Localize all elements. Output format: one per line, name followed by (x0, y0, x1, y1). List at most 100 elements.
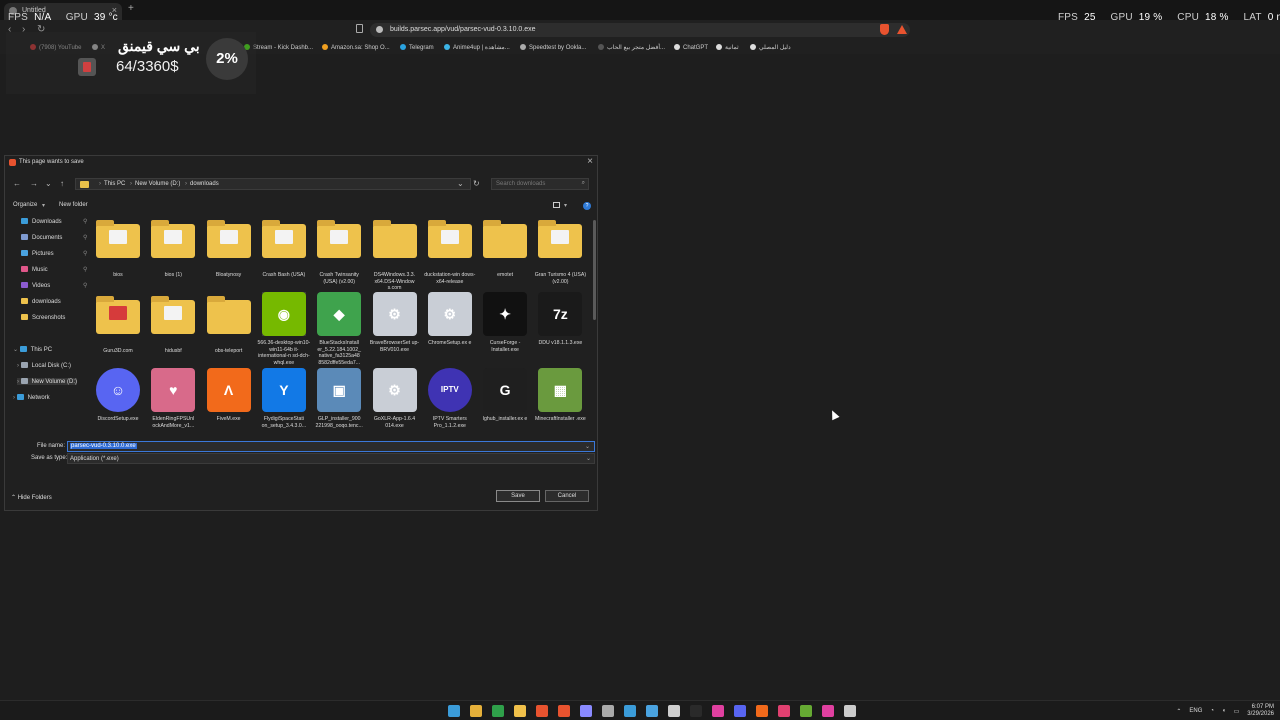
file-item[interactable]: Crash Twinsanity (USA) (v2.00) (312, 216, 366, 285)
file-item[interactable]: ⚙ GoXLR-App-1.6.4 014.exe (368, 368, 422, 429)
file-item[interactable]: duckstation-win dows-x64-release (423, 216, 477, 285)
cancel-button[interactable]: Cancel (545, 490, 589, 502)
tree-item[interactable]: › New Volume (D:) (17, 378, 78, 385)
taskbar-app-icon[interactable] (646, 705, 658, 717)
back-icon[interactable]: ← (13, 179, 21, 188)
file-item[interactable]: ◉ 566.36-desktop-win10-win11-64b it-inter… (257, 292, 311, 366)
taskbar-app-icon[interactable] (470, 705, 482, 717)
bookmark-item[interactable]: دليل المصلي (750, 44, 791, 51)
file-item[interactable]: 7z DDU v18.1.1.3.exe (533, 292, 587, 347)
file-item[interactable]: Y FlydigiSpaceStati on_setup_3.4.3.0... (257, 368, 311, 429)
bookmark-page-icon[interactable] (356, 24, 363, 33)
clock[interactable]: 6:07 PM 3/29/2026 (1247, 704, 1274, 718)
wifi-icon[interactable]: ◔ (1210, 708, 1214, 714)
bookmark-item[interactable]: Telegram (400, 44, 434, 51)
file-item[interactable]: ✦ CurseForge - Installer.exe (478, 292, 532, 353)
taskbar-app-icon[interactable] (822, 705, 834, 717)
file-item[interactable]: obs-teleport (202, 292, 256, 355)
brave-rewards-icon[interactable] (897, 25, 907, 34)
file-item[interactable]: ⚙ BraveBrowserSet up-BRV010.exe (368, 292, 422, 353)
start-icon[interactable] (448, 705, 460, 717)
save-button[interactable]: Save (496, 490, 540, 502)
taskbar-app-icon[interactable] (492, 705, 504, 717)
taskbar-app-icon[interactable] (712, 705, 724, 717)
organize-button[interactable]: Organize (13, 202, 37, 208)
file-item[interactable]: hidusbf (146, 292, 200, 355)
file-item[interactable]: ▣ GLP_installer_900 221998_ooqo.tenc... (312, 368, 366, 429)
chevron-up-icon[interactable]: ⌃ (1176, 708, 1181, 715)
taskbar-app-icon[interactable] (778, 705, 790, 717)
up-icon[interactable]: ↑ (60, 179, 64, 188)
taskbar-app-icon[interactable] (580, 705, 592, 717)
taskbar-app-icon[interactable] (690, 705, 702, 717)
save-type-select[interactable]: Application (*.exe) ⌄ (67, 453, 595, 464)
tree-item[interactable]: › Network (13, 394, 50, 401)
bookmark-item[interactable]: أفضل متجر بيع الحاب... (598, 44, 665, 51)
quick-access-item[interactable]: Screenshots (21, 314, 65, 321)
quick-access-item[interactable]: Music ⚲ (21, 266, 87, 273)
path-dropdown-icon[interactable]: ⌄ (457, 179, 464, 188)
taskbar-app-icon[interactable] (734, 705, 746, 717)
view-dropdown-icon[interactable]: ▾ (564, 202, 567, 209)
site-info-icon[interactable] (376, 26, 383, 33)
file-item[interactable]: DS4Windows.3.3. x64.DS4-Window s.com (368, 216, 422, 292)
quick-access-item[interactable]: Downloads ⚲ (21, 218, 87, 225)
breadcrumb[interactable]: › This PC › New Volume (D:) › downloads (75, 178, 471, 190)
taskbar-app-icon[interactable] (602, 705, 614, 717)
volume-icon[interactable]: ◖ (1222, 708, 1226, 714)
brave-shields-icon[interactable] (880, 24, 889, 35)
hide-folders-toggle[interactable]: ⌃ Hide Folders (11, 494, 52, 501)
taskbar-app-icon[interactable] (800, 705, 812, 717)
taskbar-app-icon[interactable] (536, 705, 548, 717)
quick-access-item[interactable]: Videos ⚲ (21, 282, 87, 289)
new-tab-icon[interactable]: + (128, 3, 134, 14)
breadcrumb-item[interactable]: New Volume (D:) (135, 181, 180, 187)
taskbar-app-icon[interactable] (668, 705, 680, 717)
quick-access-item[interactable]: Pictures ⚲ (21, 250, 87, 257)
file-item[interactable]: ♥ EldenRingFPSUnl ockAndMore_v1... (146, 368, 200, 429)
taskbar-app-icon[interactable] (514, 705, 526, 717)
taskbar-app-icon[interactable] (624, 705, 636, 717)
tree-item[interactable]: › Local Disk (C:) (17, 362, 71, 369)
file-item[interactable]: ▦ MinecraftInstaller .exe (533, 368, 587, 423)
refresh-icon[interactable]: ↻ (473, 179, 480, 188)
file-list-scrollbar[interactable] (593, 220, 596, 320)
file-item[interactable]: Crash Bash (USA) (257, 216, 311, 279)
view-options-icon[interactable] (553, 202, 560, 208)
taskbar-app-icon[interactable] (756, 705, 768, 717)
quick-access-item[interactable]: Documents ⚲ (21, 234, 87, 241)
file-item[interactable]: ☺ DiscordSetup.exe (91, 368, 145, 423)
file-item[interactable]: ◆ BlueStacksInstall er_5.22.184.1002_ nat… (312, 292, 366, 366)
help-icon[interactable]: ? (583, 202, 591, 210)
taskbar-app-icon[interactable] (844, 705, 856, 717)
organize-dropdown-icon[interactable]: ▾ (42, 202, 45, 209)
search-input[interactable]: Search downloads ⌕ (491, 178, 589, 190)
battery-icon[interactable]: ▭ (1234, 708, 1240, 715)
file-item[interactable]: ⚙ ChromeSetup.ex e (423, 292, 477, 347)
file-item[interactable]: Gran Turismo 4 (USA) (v2.00) (533, 216, 587, 285)
bookmark-item[interactable]: Amazon.sa: Shop O... (322, 44, 390, 51)
address-bar[interactable]: builds.parsec.app/vud/parsec-vud-0.3.10.… (370, 23, 910, 37)
breadcrumb-item[interactable]: This PC (104, 181, 125, 187)
bookmark-item[interactable]: Speedtest by Ookla... (520, 44, 586, 51)
lang-indicator[interactable]: ENG (1189, 708, 1202, 714)
dialog-close-icon[interactable]: × (587, 156, 593, 167)
tree-item[interactable]: ⌄ This PC (13, 346, 52, 353)
file-item[interactable]: emotet (478, 216, 532, 279)
bookmark-item[interactable]: ChatGPT (674, 44, 708, 51)
file-item[interactable]: IPTV IPTV Smarters Pro_1.1.2.exe (423, 368, 477, 429)
new-folder-button[interactable]: New folder (59, 202, 88, 208)
file-item[interactable]: Bloatynosy (202, 216, 256, 279)
file-name-dropdown-icon[interactable]: ⌄ (584, 443, 591, 450)
forward-icon[interactable]: → (30, 179, 38, 188)
bookmark-item[interactable]: Anime4up | مشاهدة... (444, 44, 510, 51)
quick-access-item[interactable]: downloads (21, 298, 61, 305)
taskbar-app-icon[interactable] (558, 705, 570, 717)
file-item[interactable]: bios (1) (146, 216, 200, 279)
file-item[interactable]: Guru3D.com (91, 292, 145, 355)
recent-dropdown-icon[interactable]: ⌄ (45, 179, 52, 188)
chevron-icon[interactable]: ⌄ (13, 347, 20, 353)
file-item[interactable]: Glghub_installer.ex e (478, 368, 532, 423)
bookmark-item[interactable]: ثمانية (716, 44, 739, 51)
file-item[interactable]: Λ FiveM.exe (202, 368, 256, 423)
